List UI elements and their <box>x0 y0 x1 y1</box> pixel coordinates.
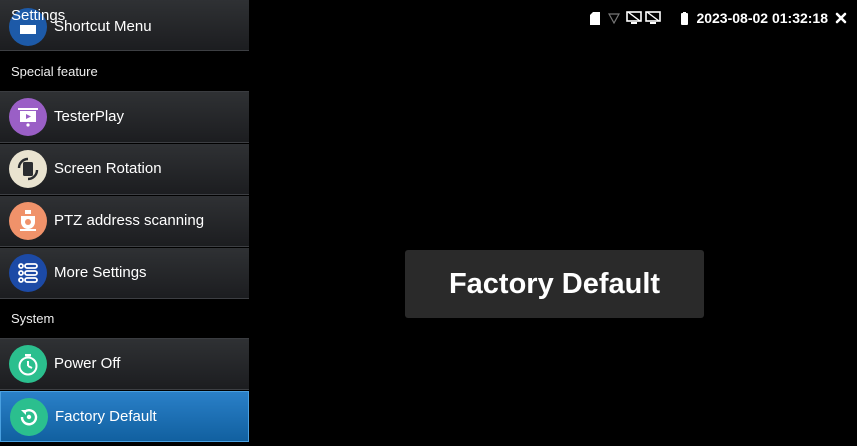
sidebar-item-more-settings[interactable]: More Settings <box>0 248 249 299</box>
datetime-text: 2023-08-02 01:32:18 <box>696 10 828 26</box>
section-header-system: System <box>0 299 249 339</box>
sidebar-item-testerplay[interactable]: TesterPlay <box>0 92 249 143</box>
timer-icon <box>9 345 47 383</box>
app-title: Settings <box>11 7 66 24</box>
ptz-camera-icon <box>9 202 47 240</box>
section-title: System <box>11 311 55 326</box>
sidebar-item-label: Power Off <box>54 355 121 372</box>
status-icons: 2023-08-02 01:32:18 <box>590 8 847 28</box>
sidebar-item-label: Factory Default <box>55 408 157 425</box>
monitor-off-icon <box>626 11 643 25</box>
wifi-icon <box>608 12 621 24</box>
sidebar-item-power-off[interactable]: Power Off <box>0 339 249 390</box>
restore-icon <box>10 398 48 436</box>
testerplay-icon <box>9 98 47 136</box>
sidebar-item-label: Screen Rotation <box>54 160 162 177</box>
factory-default-dialog[interactable]: Factory Default <box>405 250 704 318</box>
list-icon <box>9 254 47 292</box>
status-bar: Settings 2023-08-02 01:32:18 <box>0 0 857 36</box>
sidebar-item-label: More Settings <box>54 264 147 281</box>
close-icon[interactable] <box>835 12 847 24</box>
section-title: Special feature <box>11 64 98 79</box>
sidebar-item-factory-default[interactable]: Factory Default <box>0 391 249 442</box>
sidebar-item-label: PTZ address scanning <box>54 212 205 229</box>
screen-rotation-icon <box>9 150 47 188</box>
sidebar-item-ptz-address-scanning[interactable]: PTZ address scanning <box>0 196 249 247</box>
settings-sidebar: Shortcut Menu Special feature TesterPlay… <box>0 0 249 446</box>
dialog-label: Factory Default <box>448 267 661 300</box>
sidebar-item-label: TesterPlay <box>54 108 125 125</box>
display-off-icon <box>645 11 662 25</box>
sd-card-icon <box>590 11 601 25</box>
section-header-special-feature: Special feature <box>0 52 249 92</box>
sidebar-item-screen-rotation[interactable]: Screen Rotation <box>0 144 249 195</box>
battery-icon <box>681 11 689 25</box>
